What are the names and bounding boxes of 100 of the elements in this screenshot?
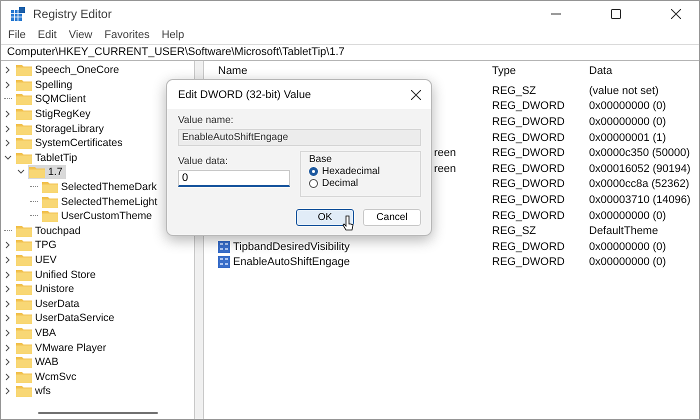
folder-icon — [16, 342, 32, 354]
folder-icon — [16, 78, 32, 91]
table-cell-text: (value not set) — [589, 84, 660, 97]
folder-icon — [16, 283, 32, 296]
tree-item[interactable]: UserData — [15, 296, 82, 311]
table-cell-text: REG_SZ — [492, 84, 538, 97]
table-cell-text: REG_DWORD — [492, 178, 566, 190]
tree-item[interactable]: SQMClient — [15, 92, 89, 106]
table-cell-text: REG_DWORD — [492, 100, 566, 112]
cancel-button[interactable]: Cancel — [363, 209, 421, 226]
menu-item[interactable]: File — [8, 29, 26, 41]
value-data-field[interactable]: 0 — [178, 170, 290, 187]
menu-item[interactable]: Help — [162, 29, 184, 41]
folder-icon — [42, 196, 58, 208]
menu-item[interactable]: Favorites — [104, 29, 150, 41]
tree-item[interactable]: UEV — [15, 253, 60, 268]
radio-label[interactable]: Decimal — [322, 178, 358, 189]
tree-item[interactable]: UserCustomTheme — [41, 209, 156, 224]
tree-item[interactable]: UserDataService — [15, 311, 118, 326]
tree-item[interactable]: VBA — [15, 326, 60, 340]
table-cell-text: DefaultTheme — [589, 225, 660, 238]
column-header[interactable]: Type — [492, 65, 589, 77]
column-header[interactable]: Data — [589, 65, 699, 77]
field-label: Value data: — [178, 156, 229, 167]
folder-icon — [16, 137, 32, 150]
table-cell-text: REG_DWORD — [492, 132, 566, 144]
table-cell-text: 0x00000000 (0) — [589, 240, 668, 253]
tree-item[interactable]: SystemCertificates — [15, 136, 126, 150]
folder-icon — [42, 181, 58, 194]
tree-item[interactable]: TPG — [15, 238, 60, 252]
tree-item[interactable]: SelectedThemeLight — [41, 194, 160, 209]
tree-item[interactable]: 1.7 — [28, 165, 66, 180]
field-label: Value name: — [178, 115, 234, 126]
radio-button[interactable] — [309, 167, 318, 176]
folder-icon — [16, 326, 32, 339]
radio-label[interactable]: Hexadecimal — [322, 166, 380, 177]
table-cell-text: REG_DWORD — [492, 256, 566, 268]
value-name: TipbandDesiredVisibility — [233, 240, 350, 253]
maximize-icon[interactable] — [611, 9, 621, 19]
group-label: Base — [309, 154, 333, 165]
folder-icon — [42, 210, 58, 222]
binary-value-icon — [218, 256, 230, 268]
table-cell-text: 0x00000000 (0) — [589, 256, 668, 268]
folder-icon — [29, 166, 45, 178]
tree-item[interactable]: TabletTip — [15, 150, 80, 165]
table-cell-text: 0x00000000 (0) — [589, 210, 668, 222]
dialog-title: Edit DWORD (32-bit) Value — [178, 88, 312, 100]
table-cell-text: 0x00000000 (0) — [589, 116, 668, 128]
folder-icon — [16, 108, 32, 120]
tree-item[interactable]: SelectedThemeDark — [41, 180, 160, 194]
folder-icon — [16, 254, 32, 266]
tree-item[interactable]: Speech_OneCore — [15, 63, 122, 78]
table-cell-text: 0x0000c350 (50000) — [589, 147, 691, 160]
folder-icon — [16, 298, 32, 310]
tree-item[interactable]: WcmSvc — [15, 370, 80, 384]
folder-icon — [16, 312, 32, 324]
scrollbar-thumb[interactable] — [38, 412, 158, 414]
folder-icon — [16, 268, 32, 281]
pointer-icon — [342, 215, 354, 233]
tree-item[interactable]: WAB — [15, 355, 62, 370]
binary-value-icon — [218, 240, 230, 253]
tree-item[interactable]: Touchpad — [15, 224, 84, 238]
tree-item[interactable]: Unistore — [15, 282, 78, 296]
table-cell-text: 0x00003710 (14096) — [589, 194, 692, 206]
folder-icon — [16, 224, 32, 237]
table-cell-text: 0x00000000 (0) — [589, 100, 668, 112]
tree-item[interactable]: wfs — [15, 384, 54, 398]
tree-item[interactable]: VMware Player — [15, 340, 110, 355]
ok-button[interactable]: OK — [296, 209, 354, 226]
folder-icon — [16, 152, 32, 164]
tree-item[interactable]: StigRegKey — [15, 107, 94, 122]
menu-item[interactable]: Edit — [38, 29, 57, 41]
value-name-field[interactable]: EnableAutoShiftEngage — [178, 129, 421, 146]
table-cell-text: REG_DWORD — [492, 210, 566, 222]
table-cell-text: REG_DWORD — [492, 240, 566, 253]
table-cell-text: REG_DWORD — [492, 194, 566, 206]
menu-item[interactable]: View — [68, 29, 92, 41]
folder-icon — [16, 122, 32, 135]
folder-icon — [16, 370, 32, 383]
tree-item[interactable]: StorageLibrary — [15, 122, 107, 136]
tree-item[interactable]: Spelling — [15, 78, 76, 92]
folder-icon — [16, 64, 32, 76]
registry-icon — [11, 7, 25, 21]
folder-icon — [16, 93, 32, 106]
table-cell-text: REG_DWORD — [492, 116, 566, 128]
window-title: Registry Editor — [33, 7, 112, 21]
column-header[interactable]: Name — [210, 65, 492, 77]
value-name: reen — [434, 162, 456, 175]
table-cell-text: REG_DWORD — [492, 147, 566, 160]
folder-icon — [16, 239, 32, 252]
close-icon[interactable] — [671, 9, 681, 19]
close-icon[interactable] — [411, 90, 421, 100]
table-cell-text: 0x00016052 (90194) — [589, 162, 692, 175]
address-bar[interactable]: Computer\HKEY_CURRENT_USER\Software\Microsoft\TabletTip\1.7 — [1, 44, 699, 61]
tree-item[interactable]: Unified Store — [15, 268, 99, 282]
radio-button[interactable] — [309, 179, 318, 188]
table-cell-text: 0x00000001 (1) — [589, 132, 668, 144]
folder-icon — [16, 356, 32, 368]
table-cell-text: REG_SZ — [492, 225, 538, 238]
folder-icon — [16, 385, 32, 398]
